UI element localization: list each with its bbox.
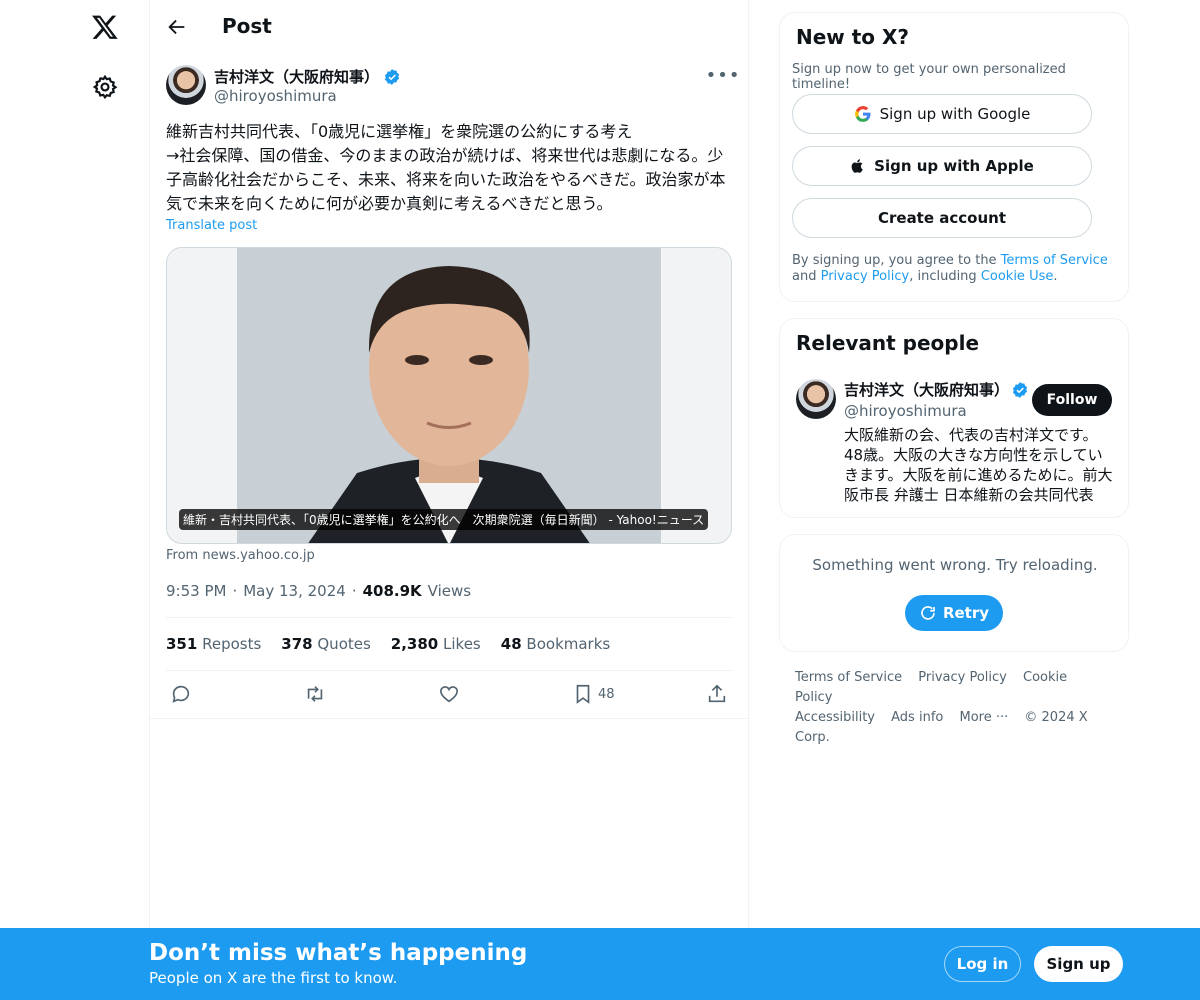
footer-more[interactable]: More ··· <box>959 710 1008 725</box>
signup-subtitle: Sign up now to get your own personalized… <box>792 62 1066 92</box>
avatar[interactable] <box>166 65 206 105</box>
follow-button[interactable]: Follow <box>1032 384 1112 416</box>
relevant-handle[interactable]: @hiroyoshimura <box>844 402 967 420</box>
reply-icon[interactable] <box>170 683 192 705</box>
divider <box>150 718 749 719</box>
verified-badge-icon <box>1012 381 1028 398</box>
stat-bookmarks[interactable]: 48 Bookmarks <box>501 635 610 653</box>
bookmark-count: 48 <box>598 687 615 702</box>
divider <box>166 670 733 671</box>
share-icon[interactable] <box>706 683 728 705</box>
footer-links: Terms of Service Privacy Policy Cookie P… <box>795 668 1115 748</box>
footer-ads-info[interactable]: Ads info <box>891 710 943 725</box>
author-name[interactable]: 吉村洋文（大阪府知事） <box>214 66 401 87</box>
footer-privacy[interactable]: Privacy Policy <box>918 670 1007 685</box>
post-date[interactable]: May 13, 2024 <box>243 582 346 600</box>
post-actions: 48 <box>150 683 749 707</box>
author-handle[interactable]: @hiroyoshimura <box>214 87 337 105</box>
author-name-text[interactable]: 吉村洋文（大阪府知事） <box>214 66 379 87</box>
google-signup-label: Sign up with Google <box>879 105 1031 123</box>
relevant-name[interactable]: 吉村洋文（大阪府知事） <box>844 379 1029 400</box>
gear-icon[interactable] <box>92 74 118 100</box>
apple-signup-label: Sign up with Apple <box>874 157 1034 175</box>
left-nav <box>0 0 150 1000</box>
stat-reposts[interactable]: 351 Reposts <box>166 635 261 653</box>
post-text: 維新吉村共同代表、「0歳児に選挙権」を衆院選の公約にする考え →社会保障、国の借… <box>166 122 726 213</box>
login-button[interactable]: Log in <box>944 946 1021 982</box>
post-stats: 351 Reposts 378 Quotes 2,380 Likes 48 Bo… <box>166 635 610 653</box>
divider <box>166 617 733 618</box>
privacy-link[interactable]: Privacy Policy <box>821 269 910 284</box>
relevant-title: Relevant people <box>796 331 980 355</box>
google-signup-button[interactable]: Sign up with Google <box>792 94 1092 134</box>
retry-label: Retry <box>942 604 990 622</box>
bottom-signup-bar: Don’t miss what’s happening People on X … <box>0 928 1200 1000</box>
relevant-bio: 大阪維新の会、代表の吉村洋文です。48歳。大阪の大きな方向性を示していきます。大… <box>844 426 1113 504</box>
terms-link[interactable]: Terms of Service <box>1001 253 1108 268</box>
like-icon[interactable] <box>438 683 460 705</box>
stat-quotes[interactable]: 378 Quotes <box>281 635 371 653</box>
apple-icon <box>851 159 863 173</box>
x-logo-icon[interactable] <box>89 11 121 43</box>
create-account-button[interactable]: Create account <box>792 198 1092 238</box>
create-account-label: Create account <box>877 209 1006 227</box>
google-icon <box>854 106 871 122</box>
refresh-icon <box>921 606 935 620</box>
signup-panel: New to X? Sign up now to get your own pe… <box>779 12 1129 302</box>
bookmark-icon[interactable] <box>572 683 594 705</box>
meta-separator: · <box>232 582 238 600</box>
bottom-bar-title: Don’t miss what’s happening <box>149 940 528 966</box>
stat-likes[interactable]: 2,380 Likes <box>391 635 481 653</box>
error-message: Something went wrong. Try reloading. <box>812 556 1098 574</box>
main-column: Post 吉村洋文（大阪府知事） @hiroyoshimura ••• 維新吉村… <box>150 0 749 1000</box>
post-meta: 9:53 PM · May 13, 2024 · 408.9K Views <box>166 582 471 600</box>
more-options-icon[interactable]: ••• <box>706 64 740 86</box>
translate-post-link[interactable]: Translate post <box>166 218 257 233</box>
link-card[interactable]: 維新・吉村共同代表、「0歳児に選挙権」を公約化へ 次期衆院選（毎日新聞） - Y… <box>166 247 732 544</box>
card-source[interactable]: From news.yahoo.co.jp <box>166 548 315 563</box>
card-caption: 維新・吉村共同代表、「0歳児に選挙権」を公約化へ 次期衆院選（毎日新聞） - Y… <box>179 509 709 530</box>
post-time[interactable]: 9:53 PM <box>166 582 226 600</box>
repost-icon[interactable] <box>304 683 326 705</box>
relevant-name-text[interactable]: 吉村洋文（大阪府知事） <box>844 379 1009 400</box>
meta-separator: · <box>351 582 357 600</box>
signup-button[interactable]: Sign up <box>1034 946 1123 982</box>
signup-title: New to X? <box>796 25 910 49</box>
page-title: Post <box>222 14 272 38</box>
error-panel: Something went wrong. Try reloading. Ret… <box>779 534 1129 652</box>
avatar[interactable] <box>796 379 836 419</box>
views-label: Views <box>427 582 472 600</box>
verified-badge-icon <box>384 68 400 85</box>
apple-signup-button[interactable]: Sign up with Apple <box>792 146 1092 186</box>
footer-terms[interactable]: Terms of Service <box>795 670 902 685</box>
bottom-bar-subtitle: People on X are the first to know. <box>149 969 398 987</box>
post-header: Post <box>150 0 749 54</box>
footer-accessibility[interactable]: Accessibility <box>795 710 875 725</box>
back-arrow-icon[interactable] <box>166 16 188 38</box>
retry-button[interactable]: Retry <box>905 595 1003 631</box>
card-image <box>237 248 661 543</box>
cookie-link[interactable]: Cookie Use <box>981 269 1054 284</box>
signup-legal-text: By signing up, you agree to the Terms of… <box>792 253 1108 284</box>
relevant-people-panel: Relevant people 吉村洋文（大阪府知事） @hiroyoshimu… <box>779 318 1129 518</box>
views-count: 408.9K <box>362 582 422 600</box>
